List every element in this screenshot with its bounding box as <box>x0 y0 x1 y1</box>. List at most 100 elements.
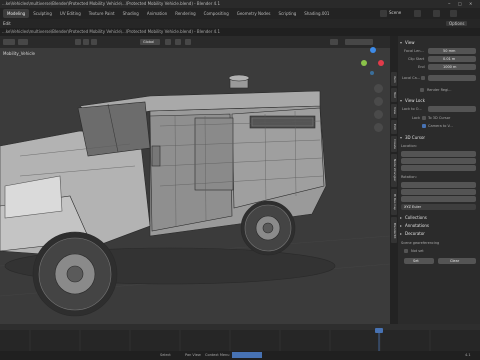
rotation-z-field[interactable] <box>401 196 476 202</box>
timeline[interactable] <box>0 324 480 351</box>
3d-cursor-section-header[interactable]: ▾ 3D Cursor <box>398 134 480 141</box>
tab-sculpting[interactable]: Sculpting <box>29 9 56 18</box>
snap-icon[interactable] <box>175 39 181 45</box>
sidebar-tab-blenderkit[interactable]: BlenderKit <box>391 217 397 244</box>
edit-mode-label[interactable]: Edit <box>3 21 11 26</box>
tab-modeling[interactable]: Modeling <box>3 9 30 18</box>
sidebar-tab-create[interactable]: Create <box>391 136 397 152</box>
chevron-right-icon: ▸ <box>400 223 403 228</box>
pivot-icon[interactable] <box>165 39 171 45</box>
sidebar-tab-item[interactable]: Item <box>391 72 397 86</box>
lock-to-object-field[interactable] <box>428 106 476 112</box>
collections-title: Collections <box>405 215 427 220</box>
path-row: ...ke\Vehicles\multiverse\Blender\Protec… <box>0 28 480 36</box>
timeline-ruler[interactable] <box>0 324 480 351</box>
sidebar-tab-hi-res-cap[interactable]: Hi Res Cap <box>391 189 397 216</box>
camera-view-icon[interactable] <box>374 110 383 119</box>
tab-rendering[interactable]: Rendering <box>171 9 199 18</box>
status-context-menu: Context Menu <box>205 353 230 357</box>
scene-icon[interactable] <box>380 10 387 17</box>
version-label: 4.1 <box>465 353 471 357</box>
decorator-title: Decorator <box>405 231 425 236</box>
workspace-tabs: Modeling Sculpting UV Editing Texture Paint… <box>3 9 333 18</box>
scene-georef-label: Scene georeferencing <box>401 241 440 245</box>
select-extend-icon[interactable] <box>83 39 89 45</box>
chevron-down-icon: ▾ <box>400 40 403 45</box>
x-axis-icon[interactable] <box>378 60 384 66</box>
render-region-checkbox[interactable] <box>420 88 424 92</box>
tab-geometry-nodes[interactable]: Geometry Nodes <box>233 9 275 18</box>
to-3d-cursor-label: To 3D Cursor <box>428 116 451 120</box>
camera-to-view-checkbox[interactable] <box>422 124 426 128</box>
location-y-field[interactable] <box>401 158 476 164</box>
neg-z-axis-icon[interactable] <box>370 71 374 75</box>
lock-to-object-label: Lock to O... <box>402 107 422 111</box>
view-menu-button[interactable] <box>18 39 28 45</box>
chevron-right-icon: ▸ <box>400 231 403 236</box>
options-button[interactable]: Options <box>446 21 468 26</box>
tab-shading-001[interactable]: Shading.001 <box>300 9 333 18</box>
3d-viewport[interactable]: Global Mobility_Vehicle <box>0 36 390 324</box>
decorator-section-header[interactable]: ▸ Decorator <box>398 230 480 237</box>
viewport-header: Global <box>0 36 390 48</box>
z-axis-icon[interactable] <box>370 47 376 53</box>
sidebar-tab-edit[interactable]: Edit <box>391 120 397 134</box>
tab-compositing[interactable]: Compositing <box>200 9 233 18</box>
view-lock-section-header[interactable]: ▾ View Lock <box>398 97 480 104</box>
file-path: ...ke\Vehicles\multiverse\Blender\Protec… <box>2 29 221 34</box>
viewport-canvas[interactable] <box>0 36 390 324</box>
minimize-button[interactable]: – <box>448 1 451 7</box>
editor-type-button[interactable] <box>3 39 15 45</box>
maximize-button[interactable]: □ <box>458 1 462 6</box>
chevron-right-icon: ▸ <box>400 215 403 220</box>
image-icon[interactable] <box>450 10 457 17</box>
overlays-icon[interactable] <box>330 39 338 45</box>
tab-texture-paint[interactable]: Texture Paint <box>85 9 119 18</box>
clip-start-label: Clip Start <box>408 57 425 61</box>
proportional-edit-icon[interactable] <box>185 39 191 45</box>
tab-shading[interactable]: Shading <box>119 9 143 18</box>
clip-end-label: End <box>418 65 425 69</box>
local-camera-checkbox[interactable] <box>421 76 425 80</box>
collections-section-header[interactable]: ▸ Collections <box>398 214 480 221</box>
local-camera-field[interactable] <box>428 75 476 81</box>
scene-label: Scene <box>389 10 402 15</box>
rotation-x-field[interactable] <box>401 182 476 188</box>
zoom-icon[interactable] <box>374 84 383 93</box>
select-subtract-icon[interactable] <box>91 39 97 45</box>
sidebar-panel: ▾ View Focal Len... 50 mm Clip Start 0.0… <box>398 36 480 324</box>
to-3d-cursor-checkbox[interactable] <box>422 116 426 120</box>
clip-end-value: 1000 m <box>443 65 457 69</box>
sidebar-tab-tool[interactable]: Tool <box>391 88 397 102</box>
clip-start-value: 0.01 m <box>443 57 456 61</box>
render-icon[interactable] <box>433 10 440 17</box>
view-section-header[interactable]: ▾ View <box>398 39 480 46</box>
navigation-gizmo[interactable] <box>358 46 388 80</box>
location-x-field[interactable] <box>401 151 476 157</box>
view-layer-icon[interactable] <box>414 10 421 17</box>
chevron-down-icon: ▾ <box>400 98 403 103</box>
select-box-icon[interactable] <box>75 39 81 45</box>
pan-icon[interactable] <box>374 97 383 106</box>
location-z-field[interactable] <box>401 165 476 171</box>
set-georef-label: Set <box>413 259 419 263</box>
sidebar-tab-view[interactable]: View <box>391 104 397 118</box>
set-georef-button[interactable] <box>404 258 434 264</box>
annotations-section-header[interactable]: ▸ Annotations <box>398 222 480 229</box>
tab-uv-editing[interactable]: UV Editing <box>56 9 85 18</box>
camera-to-view-label: Camera to V... <box>428 124 453 128</box>
window-title: ...ke\Vehicles\multiverse\Blender\Protec… <box>2 1 221 6</box>
chevron-down-icon: ▾ <box>400 135 403 140</box>
perspective-toggle-icon[interactable] <box>374 123 383 132</box>
local-camera-label: Local Ca... <box>402 76 421 80</box>
tab-animation[interactable]: Animation <box>143 9 171 18</box>
sidebar-tab-node-wrangler[interactable]: Node Wrangler <box>391 153 397 188</box>
y-axis-icon[interactable] <box>361 60 367 66</box>
shading-mode-buttons[interactable] <box>345 39 373 45</box>
georef-status-icon <box>404 249 408 253</box>
view-lock-title: View Lock <box>405 98 425 103</box>
render-region-label: Render Regi... <box>427 88 452 92</box>
rotation-y-field[interactable] <box>401 189 476 195</box>
tab-scripting[interactable]: Scripting <box>275 9 301 18</box>
close-button[interactable]: ✕ <box>469 1 472 6</box>
